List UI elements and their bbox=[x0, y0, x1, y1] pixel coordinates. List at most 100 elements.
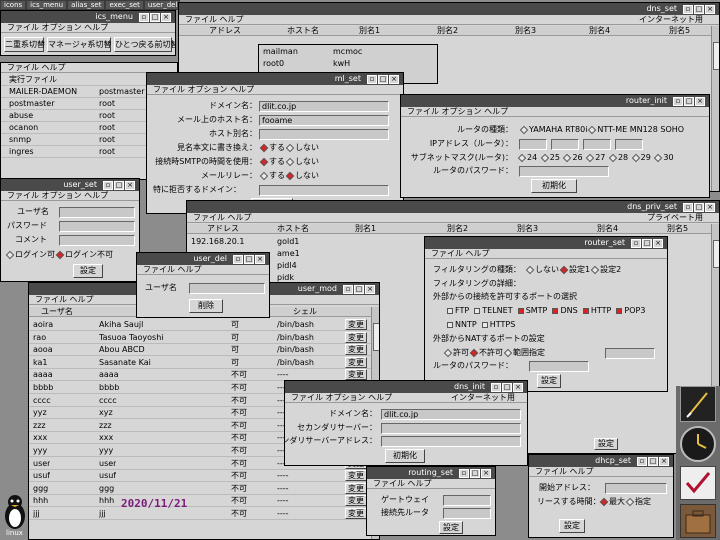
radio-off[interactable] bbox=[517, 153, 527, 162]
minimize-icon[interactable]: ▫ bbox=[233, 254, 243, 264]
table-row[interactable]: jjj jjj 不可 ---- 変更 bbox=[29, 508, 373, 520]
dhcp-start-input[interactable] bbox=[605, 483, 667, 494]
close-icon[interactable]: × bbox=[365, 284, 375, 294]
list-item[interactable]: ingres bbox=[9, 147, 34, 157]
maximize-icon[interactable]: □ bbox=[150, 12, 160, 22]
radio-on[interactable] bbox=[259, 143, 269, 152]
radio-off[interactable] bbox=[259, 171, 269, 180]
menubar[interactable]: ファイル ヘルプ bbox=[529, 467, 673, 477]
menubar[interactable]: ファイル ヘルプ bbox=[137, 265, 269, 275]
router-type-radio[interactable]: YAMAHA RT80i NTT-ME MN128 SOHO bbox=[519, 125, 684, 135]
relay-radio[interactable]: する しない bbox=[259, 171, 319, 181]
radio-on[interactable] bbox=[285, 171, 295, 180]
close-icon[interactable]: × bbox=[255, 254, 265, 264]
dns-priv-titlebar[interactable]: dns_priv_set ▫ □ × bbox=[187, 201, 719, 213]
router-set-button[interactable]: 設定 bbox=[537, 374, 561, 388]
dns-init-button[interactable]: 初期化 bbox=[385, 449, 425, 463]
domain-input[interactable]: dlit.co.jp bbox=[259, 101, 389, 112]
maximize-icon[interactable]: □ bbox=[244, 254, 254, 264]
port-checkbox[interactable] bbox=[447, 321, 453, 328]
dns-scrollbar[interactable] bbox=[711, 26, 719, 191]
reject-domain-input[interactable] bbox=[259, 185, 389, 196]
table-row[interactable]: ka1 Sasanate Kai 可/bin/bash 変更 bbox=[29, 356, 373, 369]
ip-octet-input[interactable] bbox=[551, 139, 579, 150]
maximize-icon[interactable]: □ bbox=[470, 468, 480, 478]
radio-off[interactable] bbox=[5, 250, 15, 259]
task-tab-3[interactable]: exec_set bbox=[106, 1, 143, 9]
port-checkbox[interactable] bbox=[481, 321, 488, 328]
minimize-icon[interactable]: ▫ bbox=[631, 238, 641, 248]
modify-button[interactable]: 変更 bbox=[345, 482, 367, 494]
minimize-icon[interactable]: ▫ bbox=[103, 180, 113, 190]
modify-button[interactable]: 変更 bbox=[345, 508, 367, 519]
router-init-button[interactable]: 初期化 bbox=[531, 179, 577, 193]
menubar[interactable]: ファイル オプション ヘルプ bbox=[147, 85, 403, 95]
dual-switch-button[interactable]: 二重系切替 bbox=[4, 37, 45, 52]
smtp-time-radio[interactable]: する しない bbox=[259, 157, 319, 167]
list-item[interactable]: abuse bbox=[9, 111, 33, 121]
list-item[interactable]: 実行ファイル bbox=[9, 75, 57, 85]
close-icon[interactable]: × bbox=[513, 382, 523, 392]
close-icon[interactable]: × bbox=[161, 12, 171, 22]
menubar[interactable]: ファイル オプション ヘルプ bbox=[1, 191, 139, 201]
list-item[interactable]: MAILER-DAEMON bbox=[9, 87, 77, 97]
maximize-icon[interactable]: □ bbox=[378, 74, 388, 84]
close-icon[interactable]: × bbox=[125, 180, 135, 190]
subnet-radio[interactable]: 24 25 26 27 28 29 30 bbox=[517, 153, 674, 163]
radio-off[interactable] bbox=[625, 497, 635, 506]
pen-icon[interactable] bbox=[680, 386, 716, 422]
maximize-icon[interactable]: □ bbox=[642, 238, 652, 248]
radio-off[interactable] bbox=[585, 153, 595, 162]
radio-off[interactable] bbox=[540, 153, 549, 162]
radio-off[interactable] bbox=[525, 265, 535, 274]
modify-button[interactable]: 変更 bbox=[345, 495, 367, 507]
filter-type-radio[interactable]: しない 設定1 設定2 bbox=[525, 265, 621, 275]
ip-octet-input[interactable] bbox=[519, 139, 547, 150]
dhcp-set-titlebar[interactable]: dhcp_set ▫ □ × bbox=[529, 455, 673, 467]
close-icon[interactable]: × bbox=[481, 468, 491, 478]
menubar[interactable]: ファイル ヘルプ インターネット用 bbox=[179, 15, 719, 25]
table-row[interactable]: usuf usuf 不可 ---- 変更 bbox=[29, 470, 373, 483]
close-icon[interactable]: × bbox=[659, 456, 669, 466]
table-row[interactable]: hhh hhh 不可 ---- 変更 bbox=[29, 495, 373, 508]
minimize-icon[interactable]: ▫ bbox=[459, 468, 469, 478]
secondary-addr-input[interactable] bbox=[381, 436, 521, 447]
menubar[interactable]: ファイル オプション ヘルプ bbox=[401, 107, 709, 117]
table-row[interactable]: rao Tasuoa Taoyoshi 可/bin/bash 変更 bbox=[29, 331, 373, 344]
maximize-icon[interactable]: □ bbox=[648, 456, 658, 466]
port-checkbox[interactable] bbox=[552, 307, 559, 314]
radio-off[interactable] bbox=[503, 348, 513, 357]
close-icon[interactable]: × bbox=[653, 238, 663, 248]
task-tab-1[interactable]: ics_menu bbox=[27, 1, 67, 9]
lease-radio[interactable]: 最大 指定 bbox=[599, 497, 651, 507]
maximize-icon[interactable]: □ bbox=[694, 202, 704, 212]
menubar[interactable]: ファイル オプション ヘルプ インターネット用 bbox=[285, 393, 527, 403]
modify-button[interactable]: 変更 bbox=[345, 369, 367, 381]
radio-on[interactable] bbox=[55, 250, 65, 259]
password-input[interactable] bbox=[59, 221, 135, 232]
radio-on[interactable] bbox=[469, 348, 479, 357]
dhcp-set-button[interactable]: 設定 bbox=[559, 519, 585, 533]
radio-off[interactable] bbox=[563, 153, 572, 162]
maximize-icon[interactable]: □ bbox=[694, 4, 704, 14]
dns-init-titlebar[interactable]: dns_init ▫ □ × bbox=[285, 381, 527, 393]
minimize-icon[interactable]: ▫ bbox=[343, 284, 353, 294]
router-init-titlebar[interactable]: router_init ▫ □ × bbox=[401, 95, 709, 107]
user-del-titlebar[interactable]: user_del ▫ □ × bbox=[137, 253, 269, 265]
port-checkbox[interactable] bbox=[474, 307, 481, 314]
modify-button[interactable]: 変更 bbox=[345, 319, 367, 330]
routing-set-button[interactable]: 設定 bbox=[439, 521, 463, 534]
radio-off[interactable] bbox=[654, 153, 663, 162]
minimize-icon[interactable]: ▫ bbox=[683, 202, 693, 212]
ip-octet-input[interactable] bbox=[583, 139, 611, 150]
radio-on[interactable] bbox=[559, 265, 569, 274]
dns-address[interactable]: 192.168.20.1 bbox=[191, 237, 244, 247]
manager-switch-button[interactable]: マネージャ系切替 bbox=[47, 37, 111, 52]
checklist-icon[interactable] bbox=[680, 466, 716, 500]
revert-switch-button[interactable]: ひとつ戻る前切替 bbox=[114, 37, 175, 52]
dns-priv-save-button[interactable]: 設定 bbox=[594, 438, 618, 450]
login-radio[interactable]: ログイン可 ログイン不可 bbox=[5, 250, 113, 260]
radio-off[interactable] bbox=[590, 265, 600, 274]
radio-on[interactable] bbox=[599, 497, 609, 506]
radio-off[interactable] bbox=[588, 125, 597, 134]
